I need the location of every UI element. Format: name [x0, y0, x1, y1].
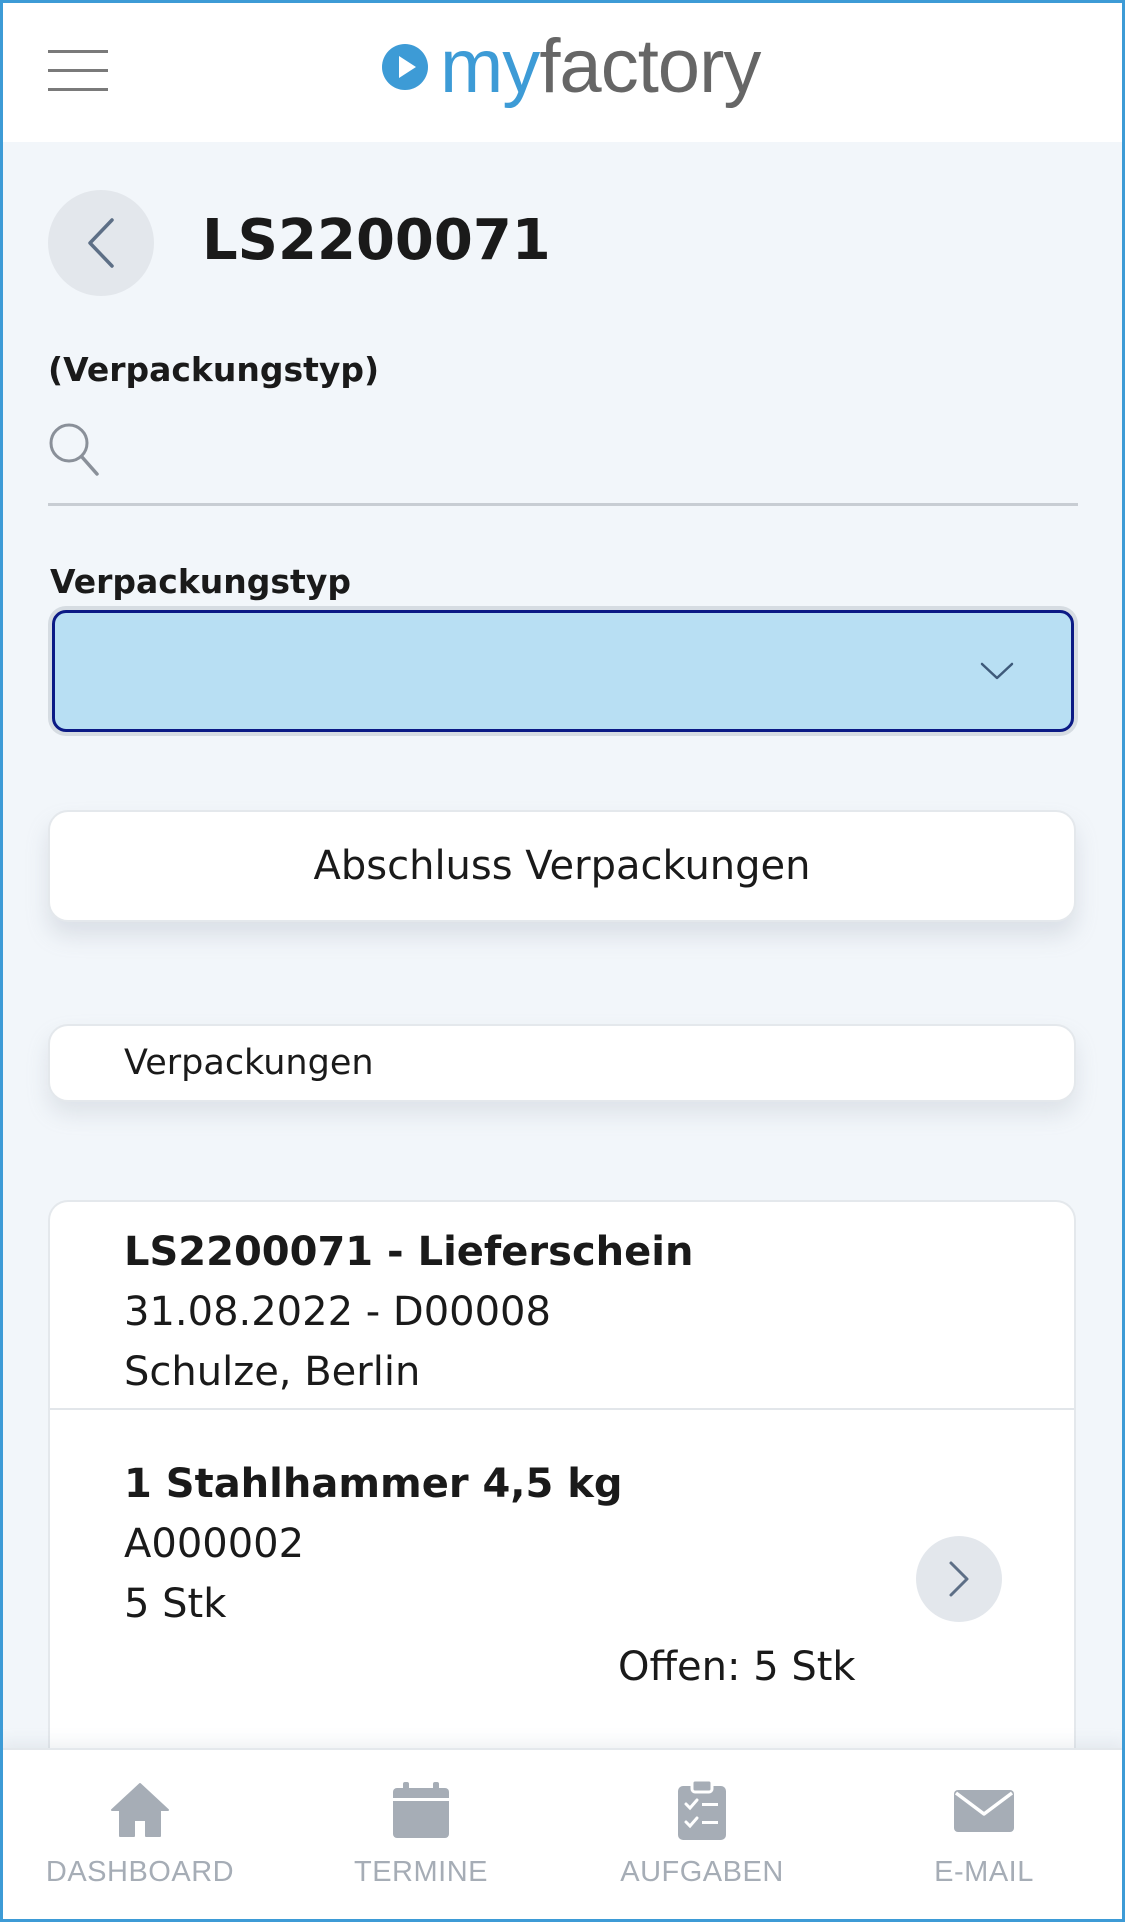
- chevron-down-icon: [980, 662, 1014, 680]
- app-header: myfactory: [0, 0, 1125, 142]
- clipboard-check-icon: [678, 1778, 726, 1840]
- brand-logo: myfactory: [382, 22, 761, 112]
- home-icon: [111, 1783, 169, 1837]
- packaging-type-label: Verpackungstyp: [50, 562, 351, 601]
- item-name: 1 Stahlhammer 4,5 kg: [124, 1461, 623, 1507]
- back-button[interactable]: [48, 190, 154, 296]
- finish-packaging-button[interactable]: Abschluss Verpackungen: [48, 810, 1076, 922]
- delivery-note-title: LS2200071 - Lieferschein: [124, 1229, 694, 1275]
- item-open-quantity: Offen: 5 Stk: [618, 1644, 856, 1690]
- search-icon: [49, 423, 99, 476]
- nav-termine-label: TERMINE: [354, 1856, 488, 1888]
- search-label: (Verpackungstyp): [48, 350, 380, 389]
- nav-aufgaben[interactable]: AUFGABEN: [592, 1778, 812, 1908]
- logo-wordmark: myfactory: [440, 24, 761, 109]
- tab-packaging[interactable]: Verpackungen: [48, 1024, 1076, 1102]
- packaging-type-select[interactable]: [52, 610, 1074, 732]
- search-field: [48, 412, 1078, 506]
- bottom-navigation: DASHBOARD TERMINE AUFGABEN E-MAIL: [0, 1748, 1125, 1922]
- page-title: LS2200071: [202, 208, 551, 273]
- hamburger-icon[interactable]: [48, 50, 108, 92]
- item-open-button[interactable]: [916, 1536, 1002, 1622]
- chevron-left-icon: [88, 218, 114, 268]
- envelope-icon: [954, 1790, 1014, 1832]
- nav-email-label: E-MAIL: [934, 1856, 1034, 1888]
- delivery-address: Schulze, Berlin: [124, 1349, 421, 1395]
- delivery-note-header: LS2200071 - Lieferschein 31.08.2022 - D0…: [50, 1202, 1074, 1410]
- nav-email[interactable]: E-MAIL: [874, 1778, 1094, 1908]
- calendar-icon: [393, 1782, 449, 1838]
- nav-termine[interactable]: TERMINE: [311, 1778, 531, 1908]
- list-item[interactable]: 1 Stahlhammer 4,5 kg A000002 5 Stk Offen…: [50, 1412, 1074, 1752]
- search-input[interactable]: [116, 418, 1066, 488]
- nav-aufgaben-label: AUFGABEN: [620, 1856, 784, 1888]
- play-circle-icon: [382, 44, 428, 90]
- chevron-right-icon: [949, 1561, 969, 1597]
- delivery-note-card: LS2200071 - Lieferschein 31.08.2022 - D0…: [48, 1200, 1076, 1760]
- nav-dashboard[interactable]: DASHBOARD: [30, 1778, 250, 1908]
- nav-dashboard-label: DASHBOARD: [45, 1856, 235, 1888]
- delivery-date-customer: 31.08.2022 - D00008: [124, 1289, 551, 1335]
